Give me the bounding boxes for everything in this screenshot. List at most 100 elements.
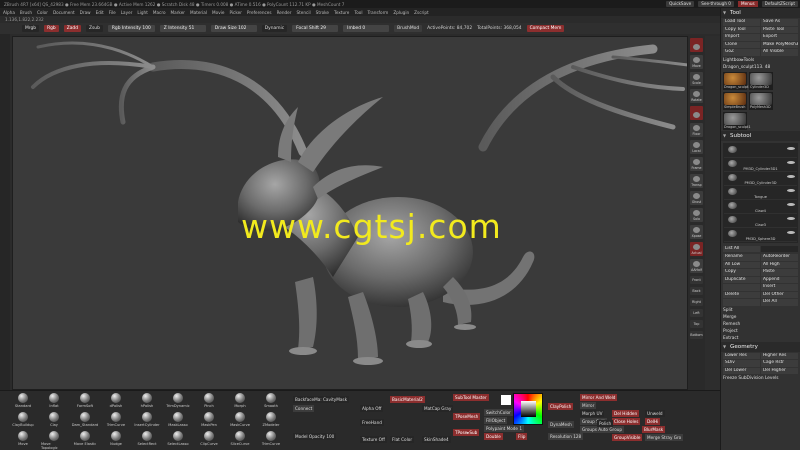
view-back-button[interactable]: Back [690,287,703,295]
delhi-button[interactable]: DelHi [645,418,661,425]
matcap-gray-button[interactable]: MatCap Gray [422,405,454,412]
tool-button-7[interactable]: Make PolyMesh3D [761,41,798,48]
nav-button-0[interactable] [690,38,703,52]
geometry-button-5[interactable]: Del Higher [761,367,798,374]
focal-shift-slider[interactable]: Focal Shift 29 [292,25,339,32]
del-hidden-button[interactable]: Del Hidden [612,410,640,417]
zadd-button[interactable]: Zadd [63,25,81,32]
polypaint-mode-slider[interactable]: Polypaint Mode 1 [484,425,524,432]
subtool-item[interactable]: Tongue [724,186,797,200]
brush-insertcylinder[interactable]: InsertCylinder [134,412,160,432]
menu-render[interactable]: Render [277,10,292,15]
subtool-action-12[interactable] [723,299,760,306]
mrgb-button[interactable]: Mrgb [22,25,40,32]
brush-dam_standard[interactable]: Dam_Standard [72,412,98,432]
connect-button[interactable]: Connect [293,405,315,412]
freeze-subdivision-button[interactable]: Freeze SubDivision Levels [721,375,800,382]
default-zscript-button[interactable]: DefaultZScript [761,1,798,7]
menu-alpha[interactable]: Alpha [3,10,15,15]
brushmod-slider[interactable]: BrushMod [394,25,423,32]
geometry-button-0[interactable]: Lower Res [723,352,760,359]
brush-formsoft[interactable]: FormSoft [72,393,98,413]
nav-button-rotate[interactable]: Rotate [690,89,703,103]
double-button[interactable]: Double [484,433,503,440]
tpose-sub-button[interactable]: TPose▸Sub [453,429,480,436]
color-picker[interactable] [513,393,543,425]
subtool-action-8[interactable] [723,284,760,291]
view-bottom-button[interactable]: Bottom [690,331,703,339]
brush-move-topologic[interactable]: Move Topologic [41,431,67,450]
view-top-button[interactable]: Top [690,320,703,328]
lightbox-tools-button[interactable]: Lightbox▸Tools [721,57,800,64]
brush-nudge[interactable]: Nudge [103,431,129,450]
switchcolor-button[interactable]: SwitchColor [484,409,513,416]
menu-transform[interactable]: Transform [367,10,388,15]
subpanel-merge[interactable]: Merge [721,314,800,321]
secondary-color-swatch[interactable] [501,395,511,405]
subtool-header[interactable]: Subtool [721,130,800,141]
brush-move-elastic[interactable]: Move Elastic [72,431,98,450]
brush-maskcurve[interactable]: MaskCurve [227,412,253,432]
subtool-action-2[interactable]: All Low [723,261,760,268]
subtool-action-4[interactable]: Copy [723,269,760,276]
visibility-eye-icon[interactable] [787,230,795,234]
subpanel-project[interactable]: Project [721,328,800,335]
subtool-action-9[interactable]: Insert [761,284,798,291]
menus-button[interactable]: Menus [737,1,758,7]
tool-button-5[interactable]: Export [761,34,798,41]
compact-mem-button[interactable]: Compact Mem [526,25,565,32]
tool-button-8[interactable]: GoZ [723,49,760,56]
brush-selectlasso[interactable]: SelectLasso [165,431,191,450]
tool-button-3[interactable]: Paste Tool [761,26,798,33]
subtool-action-10[interactable]: Delete [723,291,760,298]
mirror-button[interactable]: Mirror [580,402,597,409]
tool-thumbnail[interactable]: Dragon_sculpt1 [723,111,751,130]
nav-button-actual[interactable]: Actual [690,242,703,256]
brush-trimcurve[interactable]: TrimCurve [103,412,129,432]
subtool-arrows[interactable] [761,245,798,252]
tool-button-9[interactable]: All Visible [761,49,798,56]
subtool-action-7[interactable]: Append [761,276,798,283]
brush-pinch[interactable]: Pinch [196,393,222,413]
backface-mask-button[interactable]: BackfaceMa: CavityMask [293,396,350,403]
subtool-action-5[interactable]: Paste [761,269,798,276]
brush-standard[interactable]: Standard [10,393,36,413]
brush-maskpen[interactable]: MaskPen [196,412,222,432]
brush-clay[interactable]: Clay [41,412,67,432]
nav-button-floor[interactable]: Floor [690,123,703,137]
tool-thumbnail[interactable]: Dragon_sculpt1 [723,71,751,90]
menu-material[interactable]: Material [190,10,207,15]
view-left-button[interactable]: Left [690,309,703,317]
subpanel-remesh[interactable]: Remesh [721,321,800,328]
menu-brush[interactable]: Brush [20,10,32,15]
menu-texture[interactable]: Texture [334,10,349,15]
nav-button-aahalf[interactable]: AAHalf [690,259,703,273]
menu-zplugin[interactable]: Zplugin [393,10,409,15]
nav-button-ghost[interactable]: Ghost [690,191,703,205]
flip-button[interactable]: Flip [516,433,528,440]
menu-picker[interactable]: Picker [229,10,241,15]
visibility-eye-icon[interactable] [787,146,795,150]
alpha-off-button[interactable]: Alpha Off [360,405,384,412]
menu-stencil[interactable]: Stencil [296,10,310,15]
tool-button-6[interactable]: Clone [723,41,760,48]
menu-layer[interactable]: Layer [121,10,133,15]
skinshade-button[interactable]: SkinShade4 [422,436,451,443]
texture-off-button[interactable]: Texture Off [360,436,387,443]
brush-inflat[interactable]: Inflat [41,393,67,413]
visibility-eye-icon[interactable] [787,160,795,164]
menu-macro[interactable]: Macro [153,10,166,15]
view-right-button[interactable]: Right [690,298,703,306]
brush-clipcurve[interactable]: ClipCurve [196,431,222,450]
groups-auto-group-button[interactable]: Groups Auto Group [580,426,625,433]
nav-button-move[interactable]: Move [690,55,703,69]
geometry-button-4[interactable]: Del Lower [723,367,760,374]
brush-smooth[interactable]: Smooth [258,393,284,413]
visibility-eye-icon[interactable] [787,188,795,192]
menu-draw[interactable]: Draw [80,10,91,15]
subtool-master-button[interactable]: SubTool Master [453,394,489,401]
subtool-action-13[interactable]: Del All [761,299,798,306]
brush-zmodeler[interactable]: ZModeler [258,412,284,432]
subtool-item[interactable]: PM3D_Cylinder3D1 [724,158,797,172]
seethrough-slider[interactable]: See-through 0 [698,1,734,7]
